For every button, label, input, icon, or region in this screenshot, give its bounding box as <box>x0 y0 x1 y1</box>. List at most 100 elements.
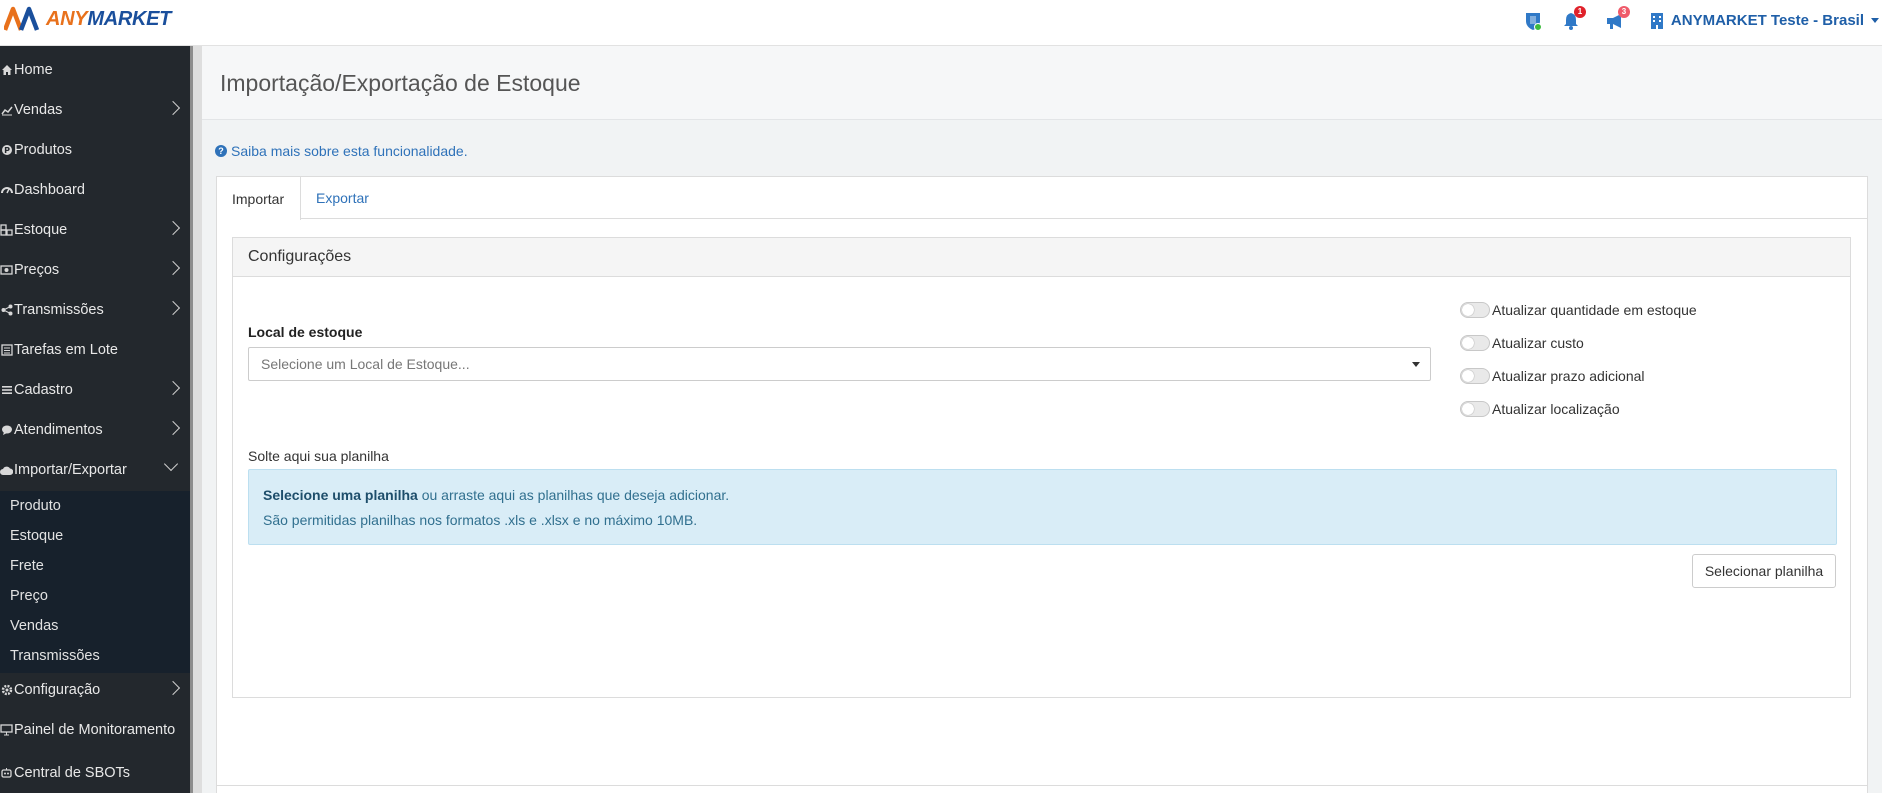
chevron-right-icon <box>165 420 181 436</box>
submenu-item-produto[interactable]: Produto <box>10 491 61 521</box>
product-icon: P <box>0 144 13 157</box>
sidebar-item-cadastro[interactable]: Cadastro <box>0 370 190 410</box>
sidebar-item-label: Preços <box>14 262 60 278</box>
chevron-right-icon <box>165 680 181 696</box>
shield-status-icon[interactable] <box>1521 9 1545 33</box>
dashboard-icon <box>0 184 13 197</box>
panel-title: Configurações <box>248 248 352 265</box>
learn-more-label: Saiba mais sobre esta funcionalidade. <box>231 143 468 159</box>
caret-down-icon[interactable] <box>1871 18 1879 23</box>
toggle-row-localizacao: Atualizar localização <box>1460 399 1620 419</box>
tasks-icon <box>0 344 13 357</box>
toggle-label: Atualizar custo <box>1492 335 1584 351</box>
tab-bar: Importar Exportar <box>217 177 1867 220</box>
import-export-card: Importar Exportar Configurações Local de… <box>216 176 1868 793</box>
chevron-right-icon <box>165 300 181 316</box>
sidebar-item-central-de-sbots[interactable]: Central de SBOTs <box>0 753 190 793</box>
announcements-megaphone-icon[interactable]: 3 <box>1603 6 1630 33</box>
home-icon <box>0 64 13 77</box>
monitor-icon <box>0 724 13 737</box>
learn-more-link[interactable]: ? Saiba mais sobre esta funcionalidade. <box>215 143 468 159</box>
stock-location-placeholder: Selecione um Local de Estoque... <box>261 356 470 372</box>
main-content: Importação/Exportação de Estoque ? Saiba… <box>202 46 1882 793</box>
submenu-item-vendas[interactable]: Vendas <box>10 611 58 641</box>
notifications-bell-icon[interactable]: 1 <box>1559 6 1586 33</box>
cloud-icon <box>0 464 13 477</box>
sidebar-item-produtos[interactable]: P Produtos <box>0 130 190 170</box>
user-account-menu[interactable]: ANYMARKET Teste - Brasil <box>1671 12 1864 29</box>
logo-mark-icon <box>4 6 40 31</box>
sidebar-item-label: Produtos <box>14 142 73 158</box>
building-icon[interactable] <box>1645 9 1669 33</box>
toggle-row-custo: Atualizar custo <box>1460 333 1584 353</box>
update-quantity-toggle[interactable] <box>1460 302 1490 318</box>
money-icon <box>0 264 13 277</box>
stock-location-label: Local de estoque <box>248 324 363 340</box>
toggle-label: Atualizar quantidade em estoque <box>1492 302 1697 318</box>
sidebar-item-label: Importar/Exportar <box>14 462 127 478</box>
submenu-item-transmissoes[interactable]: Transmissões <box>10 641 100 671</box>
sidebar-item-label: Tarefas em Lote <box>14 342 118 358</box>
sidebar-item-atendimentos[interactable]: Atendimentos <box>0 410 190 450</box>
select-spreadsheet-button[interactable]: Selecionar planilha <box>1692 554 1836 588</box>
sidebar-item-home[interactable]: Home <box>0 50 190 90</box>
chevron-right-icon <box>165 260 181 276</box>
list-icon <box>0 384 13 397</box>
chat-icon <box>0 424 13 437</box>
bot-icon <box>0 767 13 780</box>
announcements-badge: 3 <box>1618 6 1630 18</box>
sidebar-item-dashboard[interactable]: Dashboard <box>0 170 190 210</box>
toggle-row-quantidade: Atualizar quantidade em estoque <box>1460 300 1697 320</box>
anymarket-logo[interactable]: ANYMARKET <box>4 6 171 32</box>
page-title: Importação/Exportação de Estoque <box>220 70 581 96</box>
sidebar-item-label: Atendimentos <box>14 422 103 438</box>
notifications-badge: 1 <box>1574 6 1586 18</box>
update-cost-toggle[interactable] <box>1460 335 1490 351</box>
tab-importar[interactable]: Importar <box>217 177 301 220</box>
chevron-right-icon <box>165 220 181 236</box>
sidebar-item-label: Vendas <box>14 102 63 118</box>
sidebar-item-estoque[interactable]: Estoque <box>0 210 190 250</box>
panel-header: Configurações <box>233 238 1850 277</box>
sidebar-item-label: Painel de Monitoramento <box>14 722 176 738</box>
question-circle-icon: ? <box>215 145 227 157</box>
sidebar-item-importar-exportar[interactable]: Importar/Exportar <box>0 450 190 490</box>
sidebar-item-configuracao[interactable]: Configuração <box>0 670 190 710</box>
spreadsheet-dropzone[interactable]: Selecione uma planilha ou arraste aqui a… <box>248 469 1837 545</box>
sidebar-item-vendas[interactable]: Vendas <box>0 90 190 130</box>
gear-icon <box>0 684 13 697</box>
share-icon <box>0 304 13 317</box>
sidebar-item-label: Dashboard <box>14 182 85 198</box>
chevron-right-icon <box>165 380 181 396</box>
update-additional-term-toggle[interactable] <box>1460 368 1490 384</box>
configuracoes-panel: Configurações Local de estoque Selecione… <box>232 237 1851 698</box>
toggle-label: Atualizar localização <box>1492 401 1620 417</box>
chevron-down-icon <box>163 456 179 472</box>
sidebar-item-tarefas-em-lote[interactable]: Tarefas em Lote <box>0 330 190 370</box>
sidebar-item-transmissoes[interactable]: Transmissões <box>0 290 190 330</box>
svg-text:P: P <box>4 146 10 155</box>
sidebar-item-label: Cadastro <box>14 382 73 398</box>
sidebar-item-label: Home <box>14 62 53 78</box>
sidebar-resize-handle[interactable] <box>190 46 202 793</box>
caret-down-icon <box>1412 362 1420 367</box>
submenu-item-frete[interactable]: Frete <box>10 551 44 581</box>
submenu-item-estoque[interactable]: Estoque <box>10 521 63 551</box>
sidebar-item-label: Configuração <box>14 682 101 698</box>
tab-exportar[interactable]: Exportar <box>301 177 384 219</box>
sidebar-item-label: Estoque <box>14 222 68 238</box>
cubes-icon <box>0 224 13 237</box>
chevron-right-icon <box>165 100 181 116</box>
sidebar-item-painel-de-monitoramento[interactable]: Painel de Monitoramento <box>0 710 190 750</box>
divider <box>217 785 1867 786</box>
sidebar-item-precos[interactable]: Preços <box>0 250 190 290</box>
drop-zone-label: Solte aqui sua planilha <box>248 448 389 464</box>
submenu-item-preco[interactable]: Preço <box>10 581 48 611</box>
update-location-toggle[interactable] <box>1460 401 1490 417</box>
select-spreadsheet-link[interactable]: Selecione uma planilha <box>263 487 418 503</box>
dropzone-formats: São permitidas planilhas nos formatos .x… <box>263 512 698 528</box>
sidebar-item-label: Central de SBOTs <box>14 765 131 781</box>
sidebar-item-label: Transmissões <box>14 302 104 318</box>
page-header: Importação/Exportação de Estoque <box>202 46 1882 120</box>
stock-location-select[interactable]: Selecione um Local de Estoque... <box>248 347 1431 381</box>
